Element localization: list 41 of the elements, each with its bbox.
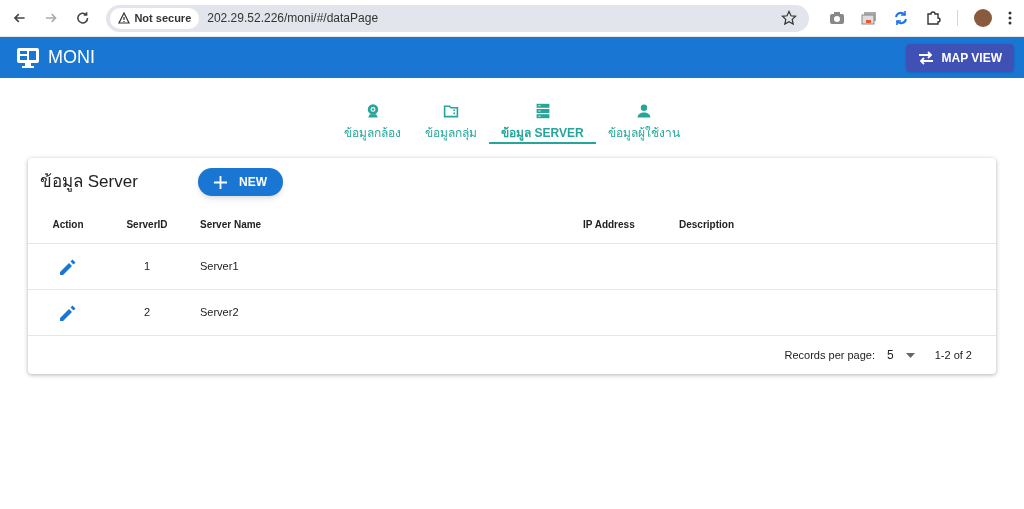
table-cell-text: Server2	[199, 305, 240, 321]
edit-icon[interactable]	[60, 258, 76, 275]
menu-icon[interactable]	[1008, 10, 1012, 26]
page-range: 1-2 of 2	[934, 347, 972, 363]
star-icon[interactable]	[781, 10, 797, 26]
dropdown-icon	[905, 352, 915, 358]
tab[interactable]: ข้อมูล SERVER	[489, 98, 596, 144]
column-header: IP Address	[582, 218, 636, 232]
column-header: ServerID	[125, 218, 169, 232]
column-header: Server Name	[199, 218, 263, 232]
reload-icon[interactable]	[74, 10, 91, 26]
camera-icon[interactable]	[829, 10, 845, 26]
url-text: 202.29.52.226/moni/#/dataPage	[207, 10, 380, 27]
plus-icon	[214, 175, 227, 189]
records-label: Records per page:	[784, 347, 875, 363]
security-chip[interactable]: Not secure	[110, 7, 200, 29]
per-page-select[interactable]: 5	[887, 346, 915, 364]
person-icon	[635, 102, 652, 120]
sync-icon[interactable]	[893, 10, 909, 26]
folder-icon	[443, 102, 460, 120]
tab[interactable]: ข้อมูลผู้ใช้งาน	[595, 98, 692, 144]
swap-icon	[917, 50, 934, 65]
server-icon	[534, 102, 551, 120]
column-header: Description	[678, 218, 735, 232]
table-cell-text: Server1	[199, 259, 240, 275]
table-cell-text: 2	[142, 305, 152, 321]
card-title: ข้อมูล Server	[40, 171, 139, 194]
avatar[interactable]	[974, 9, 992, 27]
tab[interactable]: ข้อมูลกล้อง	[332, 98, 414, 144]
map-view-button[interactable]: MAP VIEW	[905, 43, 1014, 72]
table-cell-text: 1	[142, 259, 152, 275]
app-title: MONI	[48, 46, 95, 69]
edit-icon[interactable]	[60, 304, 76, 321]
tab[interactable]: ข้อมูลกลุ่ม	[413, 98, 490, 144]
monitor-icon	[16, 46, 40, 69]
address-bar[interactable]: Not secure 202.29.52.226/moni/#/dataPage	[106, 4, 809, 32]
puzzle-icon[interactable]	[925, 10, 941, 26]
warning-icon	[118, 12, 131, 24]
window-icon[interactable]	[861, 10, 877, 26]
column-header: Action	[51, 218, 85, 232]
new-button[interactable]: NEW	[198, 168, 283, 196]
